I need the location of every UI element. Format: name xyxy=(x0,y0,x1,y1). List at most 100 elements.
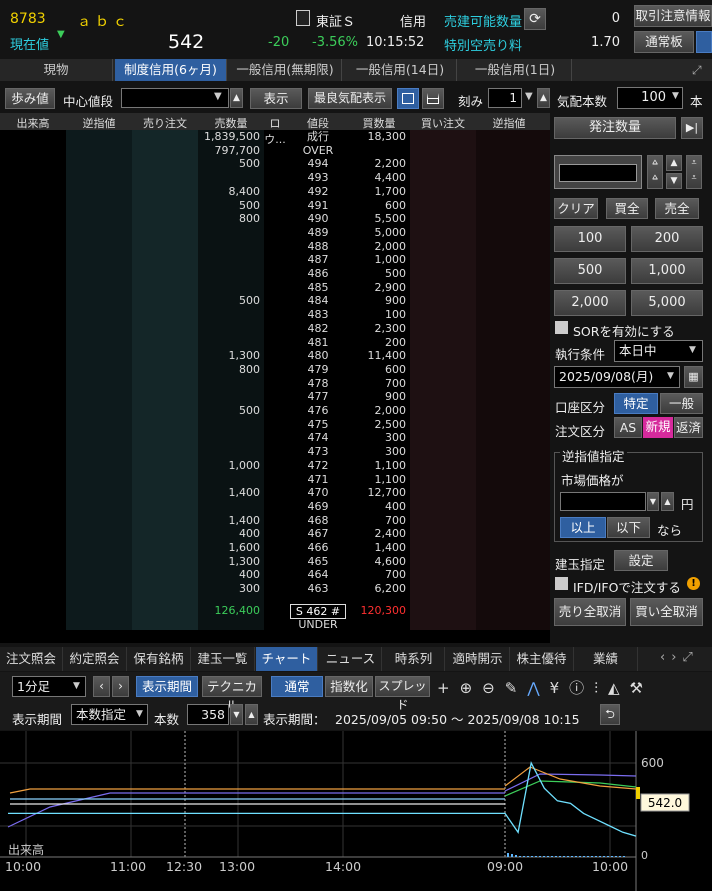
board-row[interactable]: 500 491 600 xyxy=(0,199,550,212)
qty-preset-1000[interactable]: 1,000 xyxy=(631,258,703,284)
price-chart[interactable]: 542.0 600 出来高 0 10:00 11:00 12:30 13:00 … xyxy=(0,731,712,891)
above-button[interactable]: 以上 xyxy=(560,517,606,538)
count-down-icon[interactable]: ▼ xyxy=(230,704,243,725)
cancel-all-sell-button[interactable]: 売り全取消 xyxy=(554,598,626,626)
trend-icon[interactable]: ⋀ xyxy=(527,679,549,697)
board-row[interactable]: 8,400 492 1,700 xyxy=(0,185,550,198)
tab-ippan-unlimited[interactable]: 一般信用(無期限) xyxy=(229,59,342,81)
panel-toggle-icon[interactable]: ▶| xyxy=(681,117,703,139)
qty-preset-2000[interactable]: 2,000 xyxy=(554,290,626,316)
board-row[interactable]: 471 1,100 xyxy=(0,473,550,486)
position-setting-button[interactable]: 設定 xyxy=(614,550,668,571)
zoom-out-icon[interactable]: ⊖ xyxy=(482,679,505,697)
board-row[interactable]: 400 464 700 xyxy=(0,568,550,581)
center-price-input[interactable] xyxy=(121,88,229,108)
expand-icon[interactable]: ⤢ xyxy=(692,63,702,78)
tab-scroll-icon[interactable]: ‹›⤢ xyxy=(660,650,699,665)
board-row[interactable]: 486 500 xyxy=(0,267,550,280)
board-row[interactable]: 475 2,500 xyxy=(0,418,550,431)
board-row[interactable]: 1,300 480 11,400 xyxy=(0,349,550,362)
tab-holdings[interactable]: 保有銘柄 xyxy=(127,647,191,671)
ayumi-button[interactable]: 歩み値 xyxy=(5,88,55,109)
qty-input[interactable] xyxy=(559,164,637,182)
zoom-in-icon[interactable]: ⊕ xyxy=(460,679,483,697)
order-new-button[interactable]: 新規 xyxy=(643,417,673,438)
tick-up-icon[interactable]: ▲ xyxy=(537,88,550,108)
board-row[interactable]: 500 494 2,200 xyxy=(0,157,550,170)
board-row[interactable]: 400 467 2,400 xyxy=(0,527,550,540)
calendar-icon[interactable]: ▦ xyxy=(684,366,703,388)
board-row[interactable]: 500 476 2,000 xyxy=(0,404,550,417)
wrench-icon[interactable]: ⚒ xyxy=(630,679,653,697)
tab-ippan-14d[interactable]: 一般信用(14日) xyxy=(344,59,457,81)
normal-board-button[interactable]: 通常板 xyxy=(634,31,694,53)
board-row[interactable]: 797,700 OVER xyxy=(0,144,550,157)
stop-up-icon[interactable]: ▲ xyxy=(661,492,674,511)
board-row[interactable]: 485 2,900 xyxy=(0,281,550,294)
order-as-button[interactable]: AS xyxy=(614,417,642,438)
qty-preset-100[interactable]: 100 xyxy=(554,226,626,252)
qty-preset-500[interactable]: 500 xyxy=(554,258,626,284)
below-button[interactable]: 以下 xyxy=(607,517,650,538)
buy-all-button[interactable]: 買全 xyxy=(606,198,648,219)
order-qty-button[interactable]: 発注数量 xyxy=(554,117,676,139)
next-icon[interactable]: › xyxy=(112,676,129,697)
board-row[interactable]: 482 2,300 xyxy=(0,322,550,335)
qty-preset-200[interactable]: 200 xyxy=(631,226,703,252)
technical-button[interactable]: テクニカル xyxy=(202,676,262,713)
center-price-up-icon[interactable]: ▲ xyxy=(230,88,243,108)
tick-select[interactable]: 1 xyxy=(488,88,522,108)
board-row[interactable]: 481 200 xyxy=(0,336,550,349)
stop-price-input[interactable] xyxy=(560,492,646,511)
board-row[interactable]: 1,400 468 700 xyxy=(0,514,550,527)
board-row[interactable]: 1,600 466 1,400 xyxy=(0,541,550,554)
refresh-icon[interactable]: ⟳ xyxy=(524,8,546,30)
qty-down-icon[interactable]: ▼ xyxy=(666,173,682,189)
board-row[interactable]: 1,400 470 12,700 xyxy=(0,486,550,499)
board-row[interactable]: 1,300 465 4,600 xyxy=(0,555,550,568)
tab-execution-inquiry[interactable]: 約定照会 xyxy=(63,647,127,671)
show-button[interactable]: 表示 xyxy=(250,88,302,109)
board-row[interactable]: 474 300 xyxy=(0,431,550,444)
area-chart-icon[interactable]: ◭ xyxy=(608,679,630,697)
qty-double-down-icon[interactable]: ⩡ ⩡ xyxy=(686,155,702,189)
board-toggle-button[interactable] xyxy=(696,31,712,53)
document-icon[interactable] xyxy=(296,10,310,26)
quote-count-dropdown-icon[interactable]: ▼ xyxy=(672,91,679,101)
spread-button[interactable]: スプレッド xyxy=(375,676,430,712)
tick-dropdown-icon[interactable]: ▼ xyxy=(525,91,533,102)
interval-dropdown-icon[interactable]: ▼ xyxy=(73,681,80,691)
tab-order-inquiry[interactable]: 注文照会 xyxy=(0,647,63,671)
crosshair-icon[interactable]: + xyxy=(437,679,460,697)
tab-positions[interactable]: 建玉一覧 xyxy=(191,647,255,671)
tab-seido-shinyo[interactable]: 制度信用(6ヶ月) xyxy=(115,59,227,81)
tab-performance[interactable]: 業績 xyxy=(574,647,638,671)
trading-caution-button[interactable]: 取引注意情報 xyxy=(634,5,712,27)
period-button[interactable]: 表示期間 xyxy=(136,676,198,697)
prev-icon[interactable]: ‹ xyxy=(93,676,110,697)
board-row[interactable]: 500 484 900 xyxy=(0,294,550,307)
signal-icon[interactable]: ⫶ xyxy=(594,679,608,697)
board-row[interactable]: 469 400 xyxy=(0,500,550,513)
count-input[interactable]: 358 xyxy=(187,704,229,725)
qty-double-icon[interactable]: ⩠ ⩠ xyxy=(647,155,663,189)
best-quote-button[interactable]: 最良気配表示 xyxy=(308,88,392,109)
board-row[interactable]: 488 2,000 xyxy=(0,240,550,253)
normal-button[interactable]: 通常 xyxy=(271,676,323,697)
board-row[interactable]: 1,839,500 成行 18,300 xyxy=(0,130,550,143)
exec-dropdown-icon[interactable]: ▼ xyxy=(689,345,696,355)
ifd-checkbox[interactable] xyxy=(555,577,568,590)
board-row[interactable]: 300 463 6,200 xyxy=(0,582,550,595)
qty-up-icon[interactable]: ▲ xyxy=(666,155,682,171)
tab-time-series[interactable]: 時系列 xyxy=(383,647,445,671)
account-general-button[interactable]: 一般 xyxy=(660,393,703,414)
tab-chart[interactable]: チャート xyxy=(256,647,318,671)
tab-news[interactable]: ニュース xyxy=(320,647,382,671)
board-row[interactable]: 473 300 xyxy=(0,445,550,458)
board-row[interactable]: 483 100 xyxy=(0,308,550,321)
dropdown-icon[interactable]: ▼ xyxy=(214,91,222,102)
sor-checkbox[interactable] xyxy=(555,321,568,334)
reset-icon[interactable]: ⮌ xyxy=(600,704,620,725)
board-row[interactable]: 493 4,400 xyxy=(0,171,550,184)
tab-disclosure[interactable]: 適時開示 xyxy=(446,647,510,671)
